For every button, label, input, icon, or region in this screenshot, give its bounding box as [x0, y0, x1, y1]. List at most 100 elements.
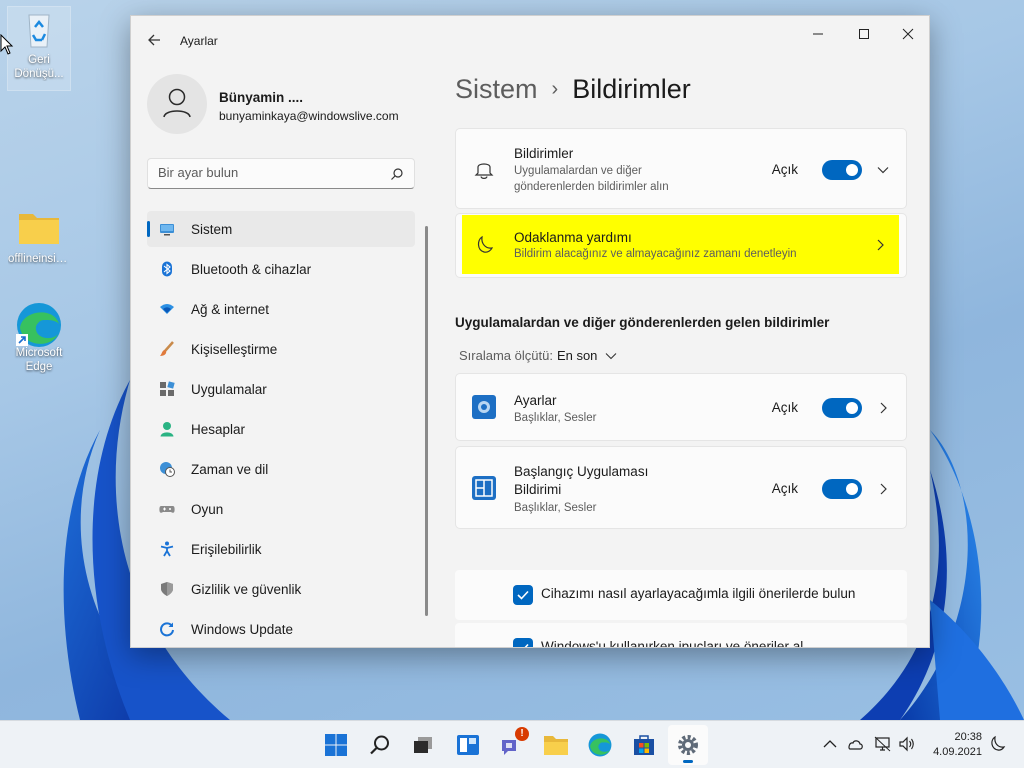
app-notification-row[interactable]: Başlangıç Uygulaması Bildirimi Başlıklar…: [455, 446, 907, 529]
chevron-right-icon: [877, 239, 884, 251]
notifications-setting-card[interactable]: Bildirimler Uygulamalardan ve diğer gönd…: [455, 128, 907, 209]
setting-description: Bildirim alacağınız ve almayacağınız zam…: [514, 248, 797, 260]
sidebar-item-label: Windows Update: [191, 621, 294, 637]
chevron-right-icon[interactable]: [876, 482, 890, 496]
sidebar-item-label: Zaman ve dil: [191, 461, 269, 477]
tips-checkbox-row[interactable]: Windows'u kullanırken ipuçları ve öneril…: [455, 623, 907, 647]
minimize-icon: [813, 33, 823, 35]
arrow-left-icon: [148, 34, 160, 46]
app-name-line1: Başlangıç Uygulaması: [514, 464, 649, 479]
desktop-icon-folder[interactable]: offlineinsid...: [8, 206, 70, 266]
taskbar-search-button[interactable]: [360, 725, 400, 765]
minimize-button[interactable]: [795, 18, 841, 50]
breadcrumb: Sistem › Bildirimler: [455, 74, 691, 105]
focus-assist-card[interactable]: Odaklanma yardımı Bildirim alacağınız ve…: [462, 215, 899, 274]
app-subtitle: Başlıklar, Sesler: [514, 502, 597, 514]
wifi-icon: [159, 301, 175, 317]
setting-description-line1: Uygulamalardan ve diğer: [514, 165, 642, 177]
desktop-icon-edge[interactable]: Microsoft Edge: [8, 300, 70, 374]
clock-time: 20:38: [954, 731, 982, 743]
search-icon: [370, 735, 389, 755]
breadcrumb-parent[interactable]: Sistem: [455, 74, 538, 105]
task-view-button[interactable]: [403, 725, 443, 765]
maximize-icon: [859, 29, 869, 39]
start-button[interactable]: [316, 725, 356, 765]
desktop-icon-label: Geri Dönüşü...: [14, 54, 64, 80]
sidebar-scrollbar[interactable]: [425, 226, 428, 616]
edge-taskbar-button[interactable]: [580, 725, 620, 765]
checkbox[interactable]: [513, 585, 533, 605]
sort-value: En son: [556, 348, 598, 363]
checkbox-label: Cihazımı nasıl ayarlayacağımla ilgili ön…: [541, 586, 856, 601]
sidebar-item-windows-update[interactable]: Windows Update: [147, 611, 415, 647]
focus-assist-moon-icon[interactable]: [988, 735, 1006, 753]
gamepad-icon: [159, 501, 175, 517]
checkbox[interactable]: [513, 638, 533, 647]
desktop-icon-recycle-bin[interactable]: Geri Dönüşü...: [7, 6, 71, 91]
chevron-down-icon[interactable]: [876, 163, 890, 177]
gear-icon: [678, 735, 698, 755]
task-view-icon: [414, 737, 432, 753]
sidebar-item-gaming[interactable]: Oyun: [147, 491, 415, 527]
app-notification-toggle[interactable]: [822, 398, 862, 418]
edge-icon: [16, 300, 61, 347]
moon-icon: [477, 235, 494, 253]
brush-icon: [159, 341, 175, 357]
app-notification-toggle[interactable]: [822, 479, 862, 499]
sidebar-item-accounts[interactable]: Hesaplar: [147, 411, 415, 447]
sidebar-item-network[interactable]: Ağ & internet: [147, 291, 415, 327]
search-icon[interactable]: [390, 167, 404, 181]
search-input[interactable]: [158, 165, 378, 180]
network-icon[interactable]: [874, 736, 892, 752]
checkmark-icon: [524, 643, 529, 647]
sidebar-item-personalization[interactable]: Kişiselleştirme: [147, 331, 415, 367]
settings-search[interactable]: [147, 158, 415, 189]
sort-dropdown[interactable]: Sıralama ölçütü: En son: [459, 348, 617, 363]
settings-window: Ayarlar Bünyamin .... bunyaminkaya@windo…: [130, 15, 930, 648]
profile-name: Bünyamin ....: [219, 90, 304, 105]
globe-clock-icon: [159, 461, 175, 477]
avatar: [147, 74, 207, 134]
monitor-icon: [159, 221, 175, 237]
window-title: Ayarlar: [180, 34, 218, 48]
file-explorer-button[interactable]: [536, 725, 576, 765]
app-name: Ayarlar: [514, 393, 557, 408]
sidebar-item-label: Hesaplar: [191, 421, 246, 437]
chevron-right-icon[interactable]: [876, 401, 890, 415]
sidebar-item-sistem[interactable]: Sistem: [147, 211, 415, 247]
bluetooth-icon: [159, 261, 175, 277]
breadcrumb-separator: ›: [551, 78, 559, 100]
toggle-state-label: Açık: [771, 162, 798, 177]
chevron-up-icon[interactable]: [823, 739, 837, 749]
widgets-button[interactable]: [448, 725, 488, 765]
sidebar-item-bluetooth[interactable]: Bluetooth & cihazlar: [147, 251, 415, 287]
toggle-state-label: Açık: [771, 481, 798, 496]
windows-logo-icon: [325, 734, 347, 756]
taskbar-clock[interactable]: 20:38 4.09.2021: [933, 730, 982, 760]
suggestions-checkbox-row[interactable]: Cihazımı nasıl ayarlayacağımla ilgili ön…: [455, 570, 907, 620]
back-button[interactable]: [145, 30, 165, 50]
sidebar-item-apps[interactable]: Uygulamalar: [147, 371, 415, 407]
sidebar-item-time-language[interactable]: Zaman ve dil: [147, 451, 415, 487]
user-profile[interactable]: Bünyamin .... bunyaminkaya@windowslive.c…: [147, 74, 417, 134]
maximize-button[interactable]: [841, 18, 887, 50]
chat-button[interactable]: !: [492, 725, 532, 765]
volume-icon[interactable]: [898, 736, 916, 752]
notifications-toggle[interactable]: [822, 160, 862, 180]
sidebar-item-privacy[interactable]: Gizlilik ve güvenlik: [147, 571, 415, 607]
sidebar-item-accessibility[interactable]: Erişilebilirlik: [147, 531, 415, 567]
toggle-state-label: Açık: [771, 400, 798, 415]
sidebar-nav: Sistem Bluetooth & cihazlar Ağ & interne…: [147, 211, 415, 647]
app-notification-row[interactable]: Ayarlar Başlıklar, Sesler Açık: [455, 373, 907, 441]
close-button[interactable]: [885, 18, 929, 50]
onedrive-cloud-icon[interactable]: [846, 737, 864, 751]
section-heading: Uygulamalardan ve diğer gönderenlerden g…: [455, 315, 830, 330]
checkmark-icon: [517, 590, 529, 600]
sidebar-item-label: Gizlilik ve güvenlik: [191, 581, 302, 597]
settings-taskbar-button[interactable]: [668, 725, 708, 765]
notification-badge: !: [515, 727, 529, 741]
setting-title: Odaklanma yardımı: [514, 230, 632, 245]
mouse-cursor-icon: [0, 34, 14, 55]
desktop-icon-label: offlineinsid...: [8, 253, 70, 265]
store-button[interactable]: [624, 725, 664, 765]
